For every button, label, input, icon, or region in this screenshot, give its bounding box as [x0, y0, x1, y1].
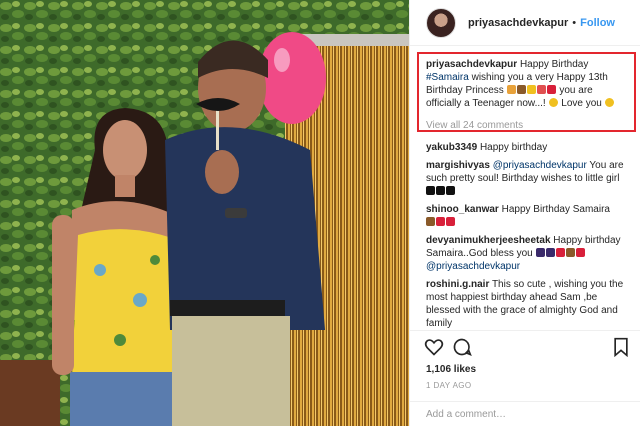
caption-text-1: Happy Birthday — [519, 59, 589, 70]
heart-emoji-icon — [546, 85, 556, 94]
comment-username[interactable]: shinoo_kanwar — [426, 204, 499, 215]
black-heart-icon — [446, 186, 455, 195]
post-caption: priyasachdevkapur Happy Birthday #Samair… — [422, 52, 631, 110]
comment: roshini.g.nair This so cute , wishing yo… — [426, 278, 631, 330]
smile-emoji-icon — [604, 98, 614, 107]
comment-text: Happy birthday — [479, 142, 548, 153]
comment-username[interactable]: yakub3349 — [426, 142, 477, 153]
black-heart-icon — [436, 186, 445, 195]
gift-icon — [536, 85, 546, 94]
comment-username[interactable]: roshini.g.nair — [426, 279, 489, 290]
post-date: 1 DAY AGO — [426, 381, 472, 390]
cake-icon — [516, 85, 526, 94]
view-all-comments-link[interactable]: View all 24 comments — [426, 120, 631, 131]
heart-icon[interactable] — [424, 337, 444, 357]
post-header: priyasachdevkapur • Follow — [410, 0, 640, 46]
caption-text-4: Love you — [561, 98, 602, 109]
heart-emoji-icon — [436, 217, 445, 226]
heart-emoji-icon — [575, 248, 585, 257]
cake-icon — [565, 248, 575, 257]
caption-hashtag[interactable]: #Samaira — [426, 72, 469, 83]
avatar[interactable] — [426, 7, 456, 38]
comment: devyanimukherjeesheetak Happy birthday S… — [426, 234, 631, 273]
comment: shinoo_kanwar Happy Birthday Samaira — [426, 203, 631, 229]
emoji-icon — [506, 85, 516, 94]
comment-icon[interactable] — [452, 337, 472, 357]
separator-dot: • — [572, 16, 577, 29]
comment-username[interactable]: margishivyas — [426, 160, 490, 171]
caption-username[interactable]: priyasachdevkapur — [426, 59, 517, 70]
comments-list[interactable]: priyasachdevkapur Happy Birthday #Samair… — [410, 52, 640, 330]
action-icons — [424, 337, 629, 359]
party-hat-icon — [545, 248, 555, 257]
party-icon — [526, 85, 536, 94]
post-photo[interactable] — [0, 0, 409, 426]
heart-emoji-icon — [555, 248, 565, 257]
comment-mention[interactable]: @priyasachdevkapur — [493, 160, 587, 171]
post-detail-panel: priyasachdevkapur • Follow priyasachdevk… — [409, 0, 640, 426]
comment-username[interactable]: devyanimukherjeesheetak — [426, 235, 551, 246]
hug-emoji-icon — [548, 98, 558, 107]
comment: yakub3349 Happy birthday — [426, 141, 631, 154]
post-author-username[interactable]: priyasachdevkapur — [468, 17, 568, 29]
post-actions: 1,106 likes 1 DAY AGO Add a comment… — [410, 330, 640, 426]
black-heart-icon — [426, 186, 435, 195]
comment: margishivyas @priyasachdevkapur You are … — [426, 159, 631, 198]
comment-text: Happy Birthday Samaira — [501, 204, 610, 215]
likes-count[interactable]: 1,106 likes — [426, 364, 476, 375]
cake-icon — [426, 217, 435, 226]
party-hat-icon — [535, 248, 545, 257]
add-comment-input[interactable]: Add a comment… — [410, 401, 640, 426]
birthday-photo-image — [0, 0, 409, 426]
comment-mention[interactable]: @priyasachdevkapur — [426, 261, 520, 272]
follow-button[interactable]: Follow — [580, 17, 615, 29]
gift-icon — [446, 217, 455, 226]
bookmark-icon[interactable] — [612, 337, 630, 357]
